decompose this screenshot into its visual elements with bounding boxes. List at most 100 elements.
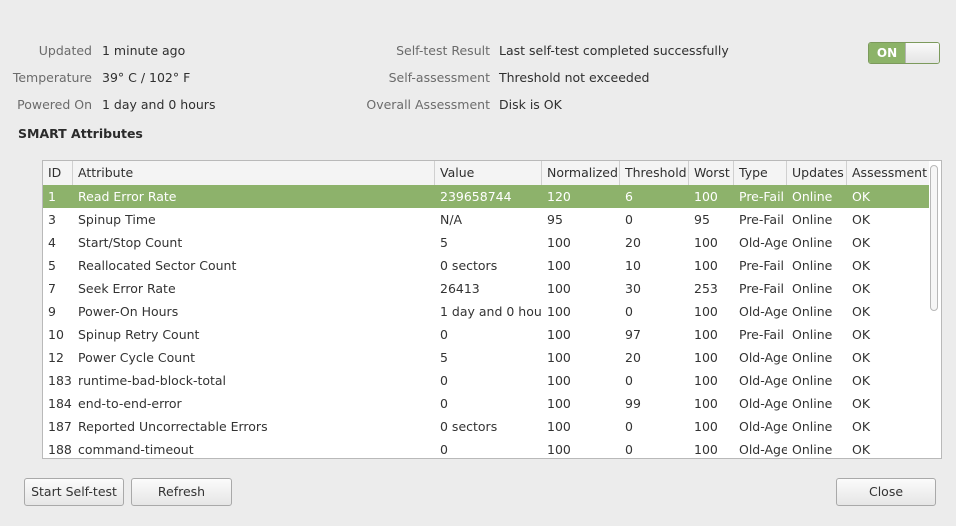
cell-threshold: 20 bbox=[625, 235, 641, 250]
table-row[interactable]: 7 Seek Error Rate 26413 100 30 253 Pre-Fail Onl… bbox=[43, 277, 929, 300]
table-row[interactable]: 9 Power-On Hours 1 day and 0 hours 100 0 100 O… bbox=[43, 300, 929, 323]
smart-enable-toggle[interactable]: ON bbox=[868, 42, 940, 64]
table-row[interactable]: 12 Power Cycle Count 5 100 20 100 Old-Age Onlin… bbox=[43, 346, 929, 369]
cell-normalized: 100 bbox=[547, 396, 571, 411]
cell-updates: Online bbox=[792, 258, 833, 273]
cell-worst: 100 bbox=[694, 189, 718, 204]
cell-type: Old-Age bbox=[739, 350, 787, 365]
table-row[interactable]: 3 Spinup Time N/A 95 0 95 Pre-Fail Online OK bbox=[43, 208, 929, 231]
self-assessment-value: Threshold not exceeded bbox=[499, 70, 650, 85]
column-header-assessment[interactable]: Assessment bbox=[847, 161, 929, 185]
cell-attribute: Reported Uncorrectable Errors bbox=[78, 419, 268, 434]
selftest-result-label: Self-test Result bbox=[396, 43, 490, 58]
cell-assessment: OK bbox=[852, 419, 871, 434]
temperature-label: Temperature bbox=[12, 70, 92, 85]
cell-worst: 100 bbox=[694, 350, 718, 365]
cell-worst: 100 bbox=[694, 258, 718, 273]
cell-updates: Online bbox=[792, 235, 833, 250]
cell-worst: 95 bbox=[694, 212, 710, 227]
cell-worst: 100 bbox=[694, 419, 718, 434]
cell-threshold: 6 bbox=[625, 189, 633, 204]
start-selftest-button[interactable]: Start Self-test bbox=[24, 478, 124, 506]
cell-normalized: 120 bbox=[547, 189, 571, 204]
cell-value: 0 bbox=[440, 373, 448, 388]
cell-threshold: 0 bbox=[625, 442, 633, 457]
cell-id: 183 bbox=[48, 373, 72, 388]
table-row[interactable]: 4 Start/Stop Count 5 100 20 100 Old-Age Online O… bbox=[43, 231, 929, 254]
cell-type: Old-Age bbox=[739, 373, 787, 388]
cell-worst: 100 bbox=[694, 396, 718, 411]
table-row[interactable]: 1 Read Error Rate 239658744 120 6 100 Pre-Fail… bbox=[43, 185, 929, 208]
table-row[interactable]: 188 command-timeout 0 100 0 100 Old-Age Online O… bbox=[43, 438, 929, 458]
cell-normalized: 100 bbox=[547, 235, 571, 250]
column-header-type[interactable]: Type bbox=[734, 161, 787, 185]
cell-worst: 253 bbox=[694, 281, 718, 296]
cell-value: 1 day and 0 hours bbox=[440, 304, 542, 319]
table-row[interactable]: 5 Reallocated Sector Count 0 sectors 100 10 1… bbox=[43, 254, 929, 277]
cell-type: Pre-Fail bbox=[739, 327, 785, 342]
toggle-knob[interactable] bbox=[905, 43, 939, 63]
cell-id: 9 bbox=[48, 304, 56, 319]
cell-normalized: 100 bbox=[547, 373, 571, 388]
cell-id: 12 bbox=[48, 350, 64, 365]
updated-label: Updated bbox=[38, 43, 92, 58]
cell-value: 0 bbox=[440, 442, 448, 457]
cell-normalized: 100 bbox=[547, 304, 571, 319]
cell-assessment: OK bbox=[852, 235, 871, 250]
refresh-button[interactable]: Refresh bbox=[131, 478, 232, 506]
cell-value: 0 bbox=[440, 396, 448, 411]
column-header-id[interactable]: ID bbox=[43, 161, 73, 185]
column-header-worst[interactable]: Worst bbox=[689, 161, 734, 185]
table-scrollbar[interactable] bbox=[929, 163, 939, 456]
updated-value: 1 minute ago bbox=[102, 43, 186, 58]
cell-type: Old-Age bbox=[739, 235, 787, 250]
cell-threshold: 97 bbox=[625, 327, 641, 342]
column-header-value[interactable]: Value bbox=[435, 161, 542, 185]
scrollbar-thumb[interactable] bbox=[930, 165, 938, 311]
cell-updates: Online bbox=[792, 327, 833, 342]
overall-assessment-value: Disk is OK bbox=[499, 97, 562, 112]
cell-worst: 100 bbox=[694, 235, 718, 250]
cell-normalized: 100 bbox=[547, 258, 571, 273]
cell-attribute: end-to-end-error bbox=[78, 396, 182, 411]
cell-assessment: OK bbox=[852, 258, 871, 273]
cell-normalized: 100 bbox=[547, 442, 571, 457]
cell-updates: Online bbox=[792, 350, 833, 365]
cell-normalized: 100 bbox=[547, 350, 571, 365]
cell-type: Old-Age bbox=[739, 442, 787, 457]
column-header-updates[interactable]: Updates bbox=[787, 161, 847, 185]
cell-assessment: OK bbox=[852, 304, 871, 319]
column-header-threshold[interactable]: Threshold bbox=[620, 161, 689, 185]
cell-attribute: Seek Error Rate bbox=[78, 281, 176, 296]
cell-id: 187 bbox=[48, 419, 72, 434]
cell-updates: Online bbox=[792, 281, 833, 296]
column-header-normalized[interactable]: Normalized bbox=[542, 161, 620, 185]
table-row[interactable]: 184 end-to-end-error 0 100 99 100 Old-Age Onlin… bbox=[43, 392, 929, 415]
cell-updates: Online bbox=[792, 419, 833, 434]
cell-attribute: Reallocated Sector Count bbox=[78, 258, 237, 273]
cell-value: 5 bbox=[440, 235, 448, 250]
cell-threshold: 99 bbox=[625, 396, 641, 411]
cell-attribute: runtime-bad-block-total bbox=[78, 373, 227, 388]
table-row[interactable]: 183 runtime-bad-block-total 0 100 0 100 Old-Ag… bbox=[43, 369, 929, 392]
cell-attribute: Spinup Time bbox=[78, 212, 156, 227]
cell-assessment: OK bbox=[852, 396, 871, 411]
cell-assessment: OK bbox=[852, 373, 871, 388]
cell-updates: Online bbox=[792, 442, 833, 457]
table-row[interactable]: 10 Spinup Retry Count 0 100 97 100 Pre-Fail Onl… bbox=[43, 323, 929, 346]
cell-type: Pre-Fail bbox=[739, 281, 785, 296]
column-header-attribute[interactable]: Attribute bbox=[73, 161, 435, 185]
smart-attributes-table[interactable]: ID Attribute Value Normalized Threshold … bbox=[42, 160, 942, 459]
cell-type: Pre-Fail bbox=[739, 258, 785, 273]
cell-type: Pre-Fail bbox=[739, 189, 785, 204]
cell-assessment: OK bbox=[852, 189, 871, 204]
cell-value: 5 bbox=[440, 350, 448, 365]
cell-assessment: OK bbox=[852, 350, 871, 365]
cell-value: 0 sectors bbox=[440, 258, 498, 273]
cell-type: Old-Age bbox=[739, 419, 787, 434]
powered-on-value: 1 day and 0 hours bbox=[102, 97, 216, 112]
close-button[interactable]: Close bbox=[836, 478, 936, 506]
cell-threshold: 0 bbox=[625, 419, 633, 434]
temperature-value: 39° C / 102° F bbox=[102, 70, 191, 85]
table-row[interactable]: 187 Reported Uncorrectable Errors 0 sector… bbox=[43, 415, 929, 438]
